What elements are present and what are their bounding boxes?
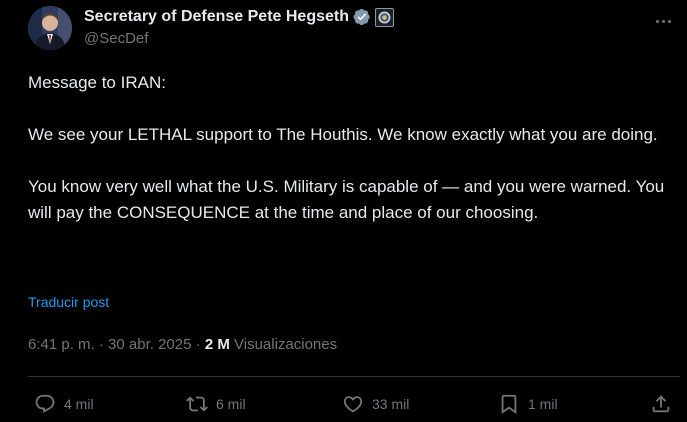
tweet-text: Message to IRAN: We see your LETHAL supp… — [28, 70, 678, 226]
avatar-portrait-icon — [28, 6, 72, 50]
reply-icon — [35, 394, 55, 413]
post-time[interactable]: 6:41 p. m. — [28, 336, 95, 353]
share-icon — [652, 395, 670, 413]
government-seal-icon[interactable] — [375, 7, 394, 27]
repost-button[interactable]: 6 mil — [186, 388, 246, 420]
views-count: 2 M — [204, 336, 230, 353]
tweet-detail: Secretary of Defense Pete Hegseth @SecDe… — [0, 0, 687, 422]
like-count: 33 mil — [372, 396, 410, 412]
display-name-row: Secretary of Defense Pete Hegseth — [84, 6, 394, 28]
repost-count: 6 mil — [216, 396, 246, 412]
meta-separator: · — [98, 336, 104, 353]
more-dots-icon — [661, 19, 665, 23]
bookmark-button[interactable]: 1 mil — [498, 388, 558, 420]
heart-icon — [343, 396, 363, 413]
tweet-paragraph: We see your LETHAL support to The Houthi… — [28, 125, 658, 144]
more-options-button[interactable] — [648, 8, 678, 34]
meta-separator: · — [195, 336, 201, 353]
translate-post-link[interactable]: Traducir post — [28, 294, 109, 310]
bookmark-count: 1 mil — [528, 396, 558, 412]
tweet-meta: 6:41 p. m. · 30 abr. 2025 · 2 M Visualiz… — [28, 336, 337, 353]
author-avatar[interactable] — [28, 6, 72, 50]
reply-count: 4 mil — [64, 396, 94, 412]
tweet-paragraph: You know very well what the U.S. Militar… — [28, 177, 665, 222]
author-handle[interactable]: @SecDef — [84, 30, 394, 47]
views-label: Visualizaciones — [234, 336, 338, 353]
author-display-name[interactable]: Secretary of Defense Pete Hegseth — [84, 8, 349, 26]
more-dots-icon — [655, 19, 659, 23]
bookmark-icon — [501, 394, 517, 415]
author-name-block: Secretary of Defense Pete Hegseth @SecDe… — [84, 6, 394, 47]
like-button[interactable]: 33 mil — [342, 388, 409, 420]
action-bar: 4 mil 6 mil 33 mil 1 mil — [28, 388, 680, 420]
tweet-paragraph: Message to IRAN: — [28, 73, 166, 92]
reply-button[interactable]: 4 mil — [34, 388, 94, 420]
divider — [28, 376, 680, 377]
more-dots-icon — [667, 19, 671, 23]
share-button[interactable] — [650, 388, 672, 420]
post-date[interactable]: 30 abr. 2025 — [108, 336, 191, 353]
verified-checkmark-icon[interactable] — [353, 8, 371, 26]
repost-icon — [186, 396, 208, 412]
tweet-header: Secretary of Defense Pete Hegseth @SecDe… — [28, 4, 678, 52]
